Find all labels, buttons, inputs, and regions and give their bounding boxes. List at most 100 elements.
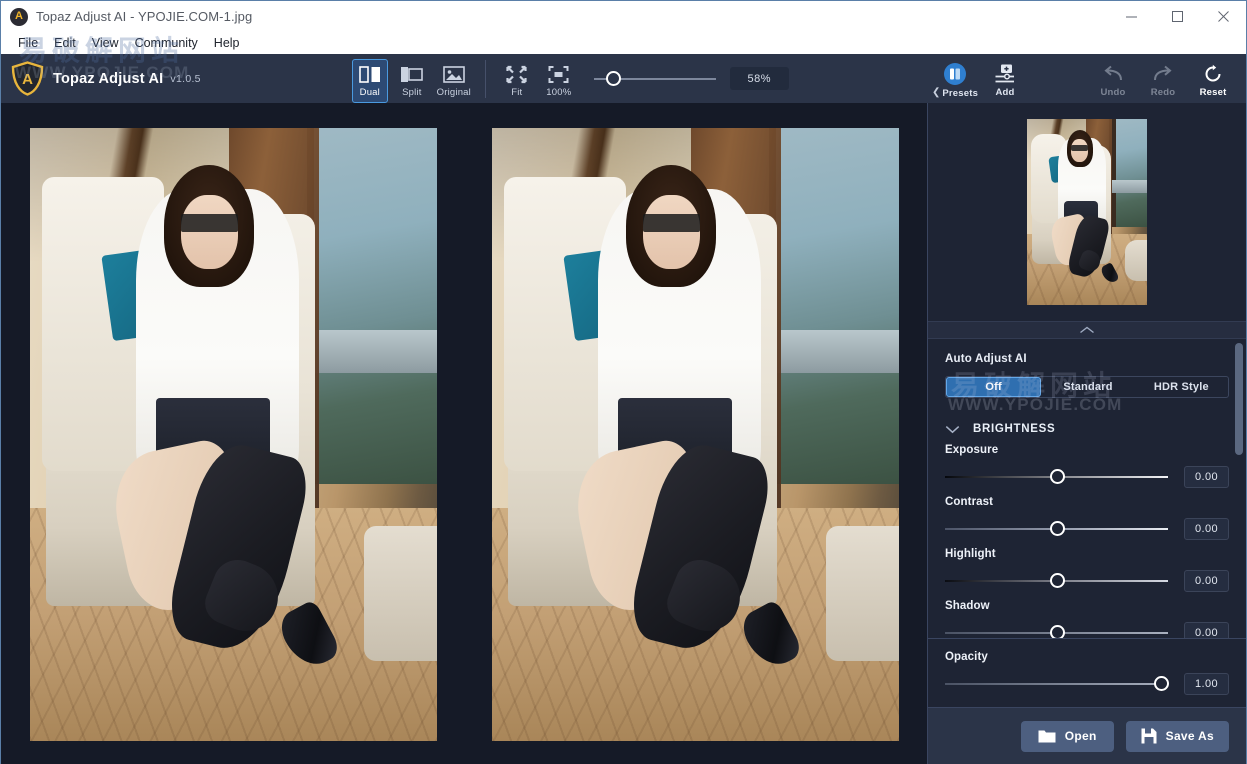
fit-to-window-icon [506,64,527,84]
presets-icon [944,63,966,85]
topaz-a-logo-icon [10,7,28,26]
menu-item-edit[interactable]: Edit [46,32,84,54]
photo-window [768,128,899,484]
view-mode-split-button[interactable]: Split [394,59,430,103]
slider-contrast-track[interactable] [945,521,1168,536]
auto-adjust-option-off[interactable]: Off [946,377,1042,397]
original-pane[interactable] [30,128,437,741]
view-mode-split-label: Split [402,87,422,98]
slider-shadow-label: Shadow [945,600,990,612]
slider-shadow-handle[interactable] [1049,625,1065,638]
panel-scrollbar-thumb[interactable] [1235,343,1243,455]
zoom-slider-track[interactable] [593,70,716,86]
brightness-section-header[interactable]: BRIGHTNESS [945,423,1229,435]
add-adjustment-button[interactable]: Add [982,59,1028,103]
slider-exposure-track[interactable] [945,469,1168,484]
image-canvas[interactable] [1,103,927,764]
adjustments-scroll-area[interactable]: Auto Adjust AI Off Standard HDR Style BR… [928,339,1246,638]
opacity-value[interactable]: 1.00 [1184,673,1229,695]
undo-button[interactable]: Undo [1090,59,1136,103]
thumb-window-sill [1108,180,1147,194]
redo-icon [1151,64,1175,84]
reset-button[interactable]: Reset [1190,59,1236,103]
slider-shadow: Shadow 0.00 [945,600,1229,638]
opacity-slider-track[interactable] [945,676,1170,691]
original-image-icon [443,64,465,84]
view-mode-original-label: Original [436,87,471,98]
presets-button[interactable]: ❮ Presets [932,59,978,103]
menu-item-view[interactable]: View [84,32,127,54]
split-view-icon [400,64,424,84]
window-title: Topaz Adjust AI - YPOJIE.COM-1.jpg [36,9,253,24]
preview-thumbnail-area [928,103,1246,321]
app-toolbar: A Topaz Adjust AI v1.0.5 Dual Split Orig… [1,54,1246,103]
auto-adjust-title: Auto Adjust AI [945,353,1027,365]
presets-label: Presets [942,88,979,99]
brand-title: Topaz Adjust AI [53,70,164,87]
view-mode-group: Dual Split Original [349,54,475,103]
photo-ottoman [825,526,899,662]
open-button[interactable]: Open [1020,720,1114,752]
slider-contrast-handle[interactable] [1049,521,1065,536]
slider-highlight-track[interactable] [945,573,1168,588]
slider-shadow-value[interactable]: 0.00 [1184,622,1229,638]
slider-highlight: Highlight 0.00 [945,548,1229,592]
maximize-icon[interactable] [1154,1,1200,32]
toolbar-right-actions: ❮ Presets Add Undo Redo Reset [930,54,1246,103]
view-mode-original-button[interactable]: Original [436,59,472,103]
history-group: Undo Redo Reset [1088,59,1238,103]
zoom-100-icon [548,64,569,84]
slider-exposure: Exposure 0.00 [945,444,1229,488]
photo-subject-face [180,195,238,269]
save-as-button[interactable]: Save As [1125,720,1229,752]
photo-subject-face [642,195,700,269]
fit-mode-group: Fit 100% [496,54,580,103]
photo-ottoman [363,526,437,662]
panel-scrollbar[interactable] [1235,343,1243,634]
folder-open-icon [1038,730,1056,742]
photo-subject-glasses [642,213,700,233]
menu-item-community[interactable]: Community [127,32,206,54]
opacity-slider-handle[interactable] [1154,676,1170,691]
application-window: Topaz Adjust AI - YPOJIE.COM-1.jpg File … [0,0,1247,764]
menu-item-help[interactable]: Help [206,32,248,54]
thumb-subject-face [1071,139,1089,162]
auto-adjust-option-standard[interactable]: Standard [1041,377,1134,397]
adjustments-panel: Auto Adjust AI Off Standard HDR Style BR… [927,103,1246,764]
view-mode-dual-button[interactable]: Dual [351,59,388,103]
redo-button[interactable]: Redo [1140,59,1186,103]
save-as-button-label: Save As [1165,729,1214,743]
undo-icon [1101,64,1125,84]
floppy-save-icon [1141,728,1157,744]
slider-shadow-track[interactable] [945,625,1168,638]
slider-contrast-value[interactable]: 0.00 [1184,518,1229,540]
slider-highlight-handle[interactable] [1049,573,1065,588]
auto-adjust-segmented-control: Off Standard HDR Style [945,376,1229,398]
panel-collapse-bar[interactable] [928,321,1246,339]
open-button-label: Open [1064,729,1097,743]
zoom-slider-group: 58% [593,67,789,90]
auto-adjust-option-hdr-style[interactable]: HDR Style [1135,377,1228,397]
minimize-icon[interactable] [1108,1,1154,32]
close-icon[interactable] [1200,1,1246,32]
toolbar-divider-1 [484,59,486,98]
zoom-slider-handle[interactable] [606,70,621,86]
processed-pane[interactable] [492,128,899,741]
zoom-value-box[interactable]: 58% [729,67,789,90]
thumb-ottoman [1125,239,1147,281]
photo-subject-glasses [180,213,238,233]
menu-item-file[interactable]: File [10,32,46,54]
menu-bar: File Edit View Community Help [1,32,1246,54]
reset-icon [1203,64,1223,84]
preview-thumbnail[interactable] [1027,119,1147,305]
slider-exposure-handle[interactable] [1049,469,1065,484]
brand-version: v1.0.5 [170,72,201,85]
slider-highlight-value[interactable]: 0.00 [1184,570,1229,592]
slider-contrast-label: Contrast [945,496,994,508]
slider-exposure-value[interactable]: 0.00 [1184,466,1229,488]
photo-window-sill [306,330,437,374]
zoom-100-button[interactable]: 100% [541,59,577,103]
panel-footer: Open Save As [928,707,1246,764]
view-mode-dual-label: Dual [359,87,380,98]
fit-to-window-button[interactable]: Fit [499,59,535,103]
